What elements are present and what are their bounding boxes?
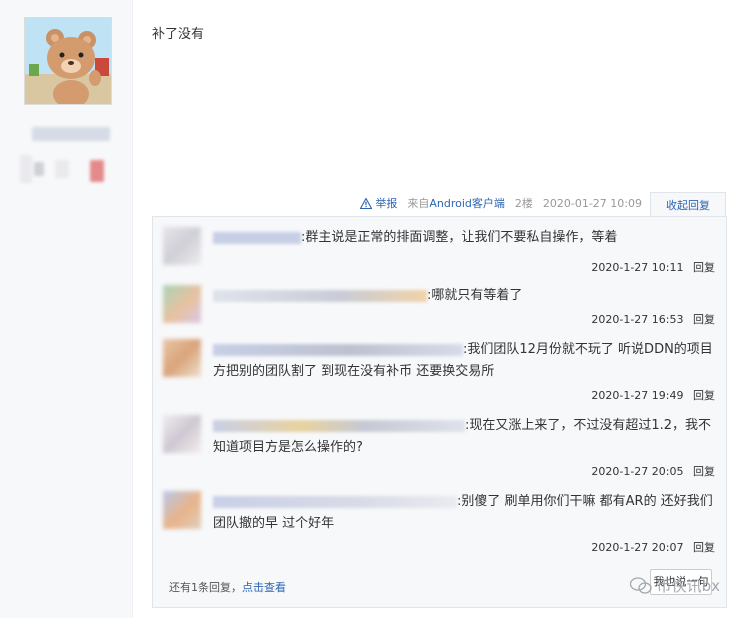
reply-time: 2020-1-27 20:07	[591, 541, 684, 554]
reply-action-link[interactable]: 回复	[693, 541, 715, 554]
reply-avatar[interactable]	[163, 491, 201, 529]
level-blur-4	[90, 160, 104, 182]
reply-item: :现在又涨上来了，不过没有超过1.2，我不知道项目方是怎么操作的? 2020-1…	[163, 415, 715, 485]
post-datetime: 2020-01-27 10:09	[542, 196, 642, 210]
reply-action-link[interactable]: 回复	[693, 465, 715, 478]
reply-item: :哪就只有等着了 2020-1-27 16:53 回复	[163, 285, 715, 335]
report-label: 举报	[375, 197, 398, 210]
author-avatar[interactable]	[24, 17, 112, 105]
level-blur-2	[34, 162, 44, 176]
bear-avatar-image	[25, 18, 111, 104]
reply-text: :现在又涨上来了，不过没有超过1.2，我不知道项目方是怎么操作的?	[213, 418, 712, 455]
warning-icon	[360, 197, 373, 209]
reply-action-link[interactable]: 回复	[693, 389, 715, 402]
reply-avatar[interactable]	[163, 415, 201, 453]
reply-time: 2020-1-27 16:53	[591, 313, 684, 326]
wechat-icon	[629, 576, 652, 594]
view-more-link[interactable]: 点击查看	[242, 581, 286, 594]
reply-text: :我们团队12月份就不玩了 听说DDN的项目方把别的团队割了 到现在没有补币 还…	[213, 342, 713, 379]
reply-username-blur[interactable]	[213, 343, 463, 356]
reply-footer: 2020-1-27 20:05 回复	[591, 463, 715, 479]
level-blur-3	[55, 160, 69, 178]
reply-avatar[interactable]	[163, 339, 201, 377]
username-blur	[32, 127, 110, 141]
reply-action-link[interactable]: 回复	[693, 261, 715, 274]
reply-footer: 2020-1-27 19:49 回复	[591, 387, 715, 403]
level-blur-1	[20, 155, 32, 183]
reply-avatar[interactable]	[163, 285, 201, 323]
reply-item: :别傻了 刷单用你们干嘛 都有AR的 还好我们团队撤的早 过个好年 2020-1…	[163, 491, 715, 561]
reply-time: 2020-1-27 20:05	[591, 465, 684, 478]
reply-item: :群主说是正常的排面调整，让我们不要私自操作，等着 2020-1-27 10:1…	[163, 227, 715, 277]
reply-footer: 2020-1-27 20:07 回复	[591, 539, 715, 555]
author-column	[0, 0, 133, 618]
report-link[interactable]: 举报	[360, 195, 397, 211]
watermark: 币快讯bx	[629, 575, 720, 596]
post-content: 补了没有	[152, 27, 205, 42]
watermark-text: 币快讯bx	[656, 577, 720, 595]
reply-item: :我们团队12月份就不玩了 听说DDN的项目方把别的团队割了 到现在没有补币 还…	[163, 339, 715, 409]
reply-username-blur[interactable]	[213, 495, 457, 508]
more-replies-text: 还有1条回复，	[169, 581, 242, 594]
reply-text: :别傻了 刷单用你们干嘛 都有AR的 还好我们团队撤的早 过个好年	[213, 494, 713, 531]
reply-text: :哪就只有等着了	[213, 285, 713, 307]
reply-avatar[interactable]	[163, 227, 201, 265]
reply-time: 2020-1-27 19:49	[591, 389, 684, 402]
client-source: 来自Android客户端	[407, 197, 505, 210]
reply-username-blur[interactable]	[213, 419, 465, 432]
collapse-replies-tab[interactable]: 收起回复	[650, 191, 726, 219]
reply-action-link[interactable]: 回复	[693, 313, 715, 326]
client-link[interactable]: Android客户端	[429, 197, 505, 210]
reply-username-blur[interactable]	[213, 231, 301, 244]
reply-footer: 2020-1-27 10:11 回复	[591, 259, 715, 275]
reply-text: :群主说是正常的排面调整，让我们不要私自操作，等着	[213, 227, 713, 249]
reply-time: 2020-1-27 10:11	[591, 261, 684, 274]
more-replies: 还有1条回复，点击查看	[169, 579, 286, 595]
reply-panel: :群主说是正常的排面调整，让我们不要私自操作，等着 2020-1-27 10:1…	[152, 216, 727, 608]
reply-username-blur[interactable]	[213, 289, 427, 302]
floor-number: 2楼	[514, 197, 533, 210]
post-meta: 举报 来自Android客户端 2楼 2020-01-27 10:09 收起回复	[360, 191, 726, 219]
reply-footer: 2020-1-27 16:53 回复	[591, 311, 715, 327]
